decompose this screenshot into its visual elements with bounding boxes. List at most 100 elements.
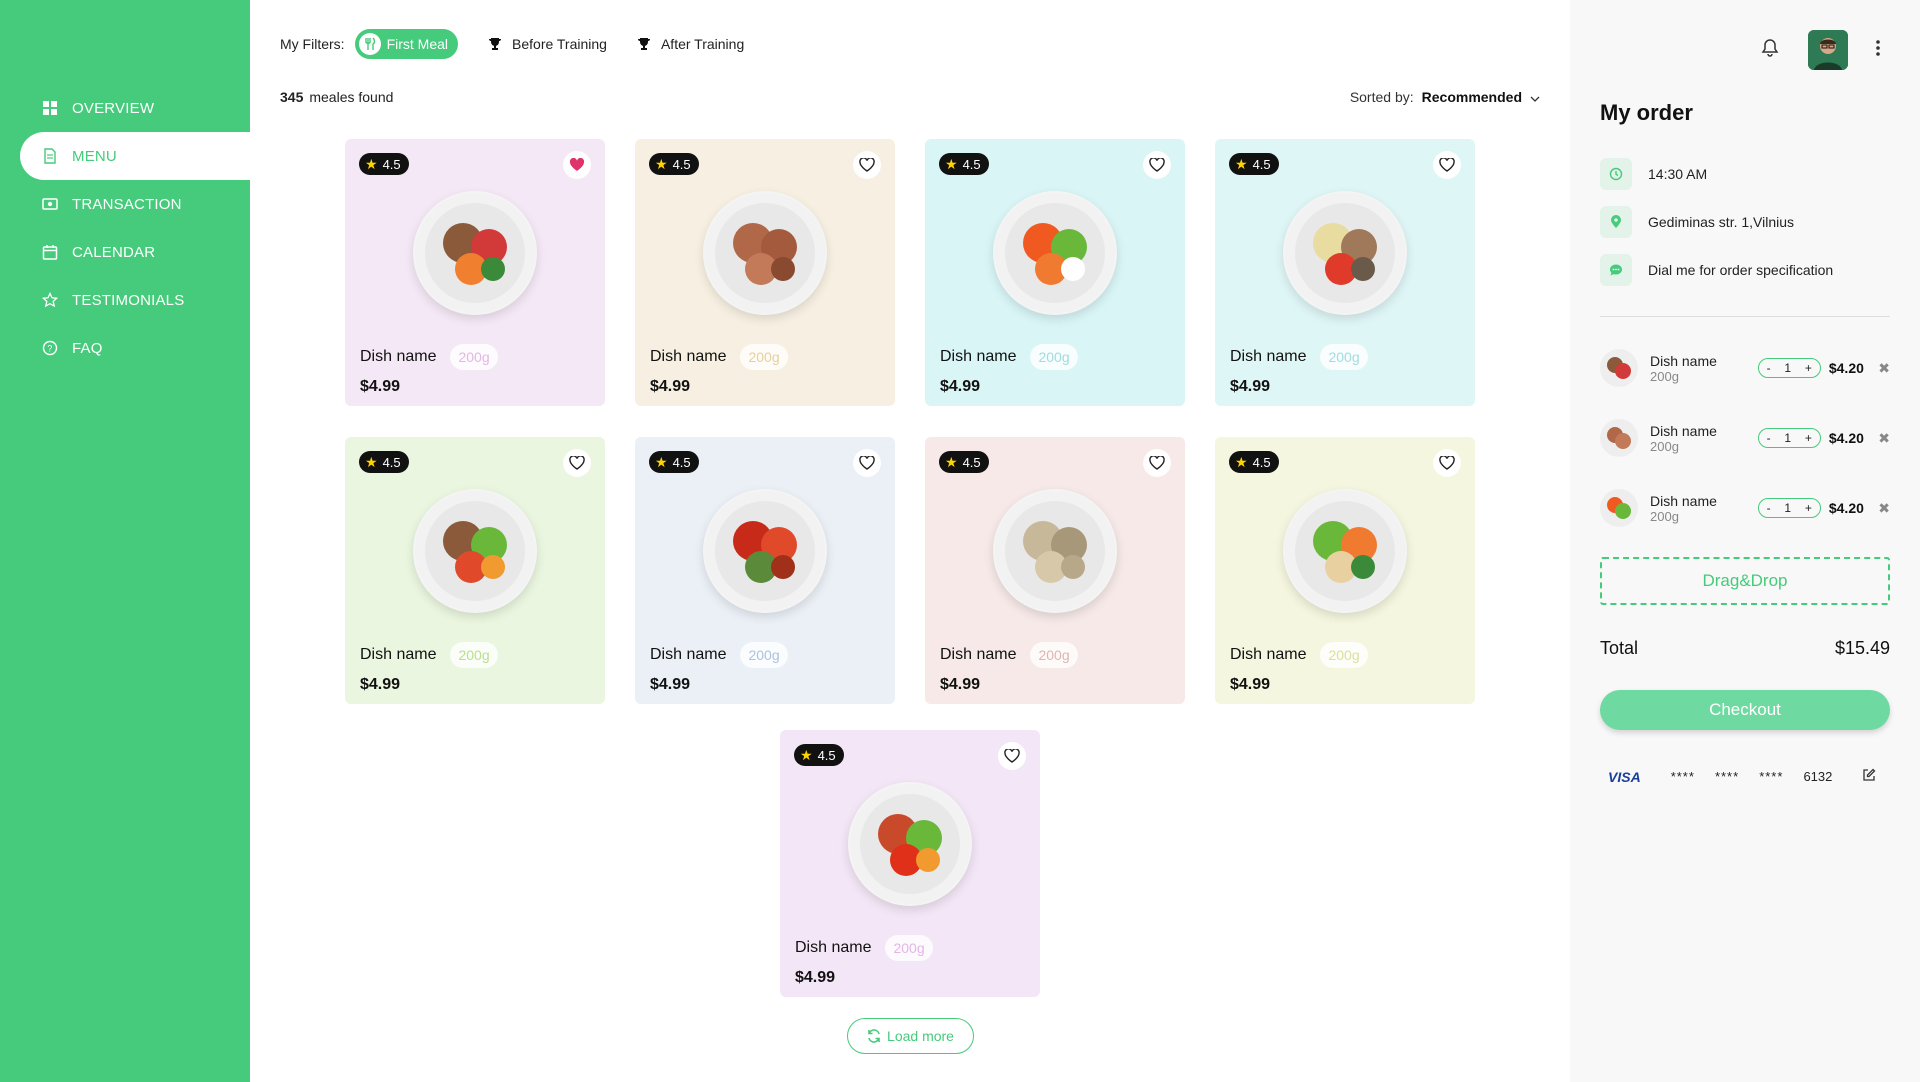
rating-value: 4.5 [962, 156, 981, 172]
edit-icon[interactable] [1862, 768, 1876, 785]
clock-icon [1600, 158, 1632, 190]
star-icon: ★ [945, 155, 958, 172]
close-icon[interactable]: ✖ [1878, 500, 1890, 517]
sidebar-item-label: MENU [72, 147, 117, 165]
close-icon[interactable]: ✖ [1878, 360, 1890, 377]
avatar[interactable] [1808, 30, 1848, 70]
heart-icon[interactable] [853, 151, 881, 179]
order-item: Dish name 200g - 1 + $4.20 ✖ [1600, 416, 1890, 460]
dish-card[interactable]: ★ 4.5 Dish name 200g $4.99 [345, 139, 605, 406]
order-address[interactable]: Gediminas str. 1,Vilnius [1600, 206, 1794, 238]
rating-value: 4.5 [1252, 454, 1271, 470]
sidebar-item-testimonials[interactable]: TESTIMONIALS [0, 276, 250, 324]
dish-info: Dish name 200g $4.99 [360, 344, 498, 396]
dish-card[interactable]: ★ 4.5 Dish name 200g $4.99 [925, 139, 1185, 406]
dish-card[interactable]: ★ 4.5 Dish name 200g $4.99 [345, 437, 605, 704]
card-mask: **** [1670, 769, 1695, 784]
sidebar-item-label: TESTIMONIALS [72, 291, 185, 309]
order-panel: My order 14:30 AM Gediminas str. 1,Vilni… [1570, 0, 1920, 1082]
dish-name: Dish name [1230, 348, 1307, 365]
dish-name: Dish name [940, 348, 1017, 365]
order-item-name: Dish name [1650, 352, 1717, 369]
rating-value: 4.5 [382, 454, 401, 470]
order-item-thumbnail [1600, 489, 1638, 527]
order-note[interactable]: Dial me for order specification [1600, 254, 1833, 286]
order-total: Total $15.49 [1600, 638, 1890, 659]
rating-value: 4.5 [382, 156, 401, 172]
load-more-button[interactable]: Load more [847, 1018, 974, 1054]
dish-name: Dish name [360, 348, 437, 365]
dish-image [1283, 489, 1407, 613]
heart-icon[interactable] [563, 449, 591, 477]
heart-icon[interactable] [998, 742, 1026, 770]
dish-info: Dish name 200g $4.99 [940, 344, 1078, 396]
results-label: meales found [309, 89, 394, 105]
dish-card[interactable]: ★ 4.5 Dish name 200g $4.99 [635, 139, 895, 406]
sidebar-item-overview[interactable]: OVERVIEW [0, 84, 250, 132]
increment-button[interactable]: + [1805, 361, 1812, 375]
dish-weight: 200g [450, 642, 498, 668]
rating-value: 4.5 [1252, 156, 1271, 172]
star-icon [42, 292, 58, 308]
star-icon: ★ [655, 155, 668, 172]
total-label: Total [1600, 638, 1639, 658]
order-time[interactable]: 14:30 AM [1600, 158, 1707, 190]
sort-label: Sorted by: [1349, 89, 1414, 105]
dish-weight: 200g [1320, 642, 1368, 668]
sort-dropdown[interactable]: Sorted by: Recommended [1350, 89, 1540, 105]
quantity-stepper: - 1 + [1757, 428, 1821, 448]
order-time-text: 14:30 AM [1648, 166, 1708, 182]
rating-badge: ★ 4.5 [939, 451, 989, 473]
dish-card[interactable]: ★ 4.5 Dish name 200g $4.99 [1215, 139, 1475, 406]
dish-weight: 200g [885, 935, 933, 961]
heart-filled-icon[interactable] [563, 151, 591, 179]
svg-text:?: ? [47, 344, 52, 354]
rating-badge: ★ 4.5 [359, 153, 409, 175]
rating-badge: ★ 4.5 [1229, 153, 1279, 175]
dish-weight: 200g [740, 642, 788, 668]
filter-before-training[interactable]: Before Training [484, 33, 607, 55]
filter-after-training[interactable]: After Training [633, 33, 744, 55]
increment-button[interactable]: + [1805, 431, 1812, 445]
filter-label: Before Training [512, 36, 607, 52]
filter-label: After Training [660, 36, 745, 52]
dish-weight: 200g [1030, 642, 1078, 668]
more-vertical-icon[interactable] [1876, 39, 1880, 61]
decrement-button[interactable]: - [1767, 431, 1771, 445]
drag-drop-zone[interactable]: Drag&Drop [1600, 557, 1890, 605]
filter-first-meal[interactable]: First Meal [354, 29, 459, 59]
heart-icon[interactable] [1143, 449, 1171, 477]
dish-image [703, 489, 827, 613]
order-item-text: Dish name 200g [1650, 423, 1758, 454]
quantity-value: 1 [1784, 431, 1792, 445]
dish-card[interactable]: ★ 4.5 Dish name 200g $4.99 [925, 437, 1185, 704]
rating-badge: ★ 4.5 [649, 451, 699, 473]
heart-icon[interactable] [853, 449, 881, 477]
checkout-button[interactable]: Checkout [1600, 690, 1890, 730]
filter-label: First Meal [386, 36, 449, 52]
dish-price: $4.99 [360, 676, 401, 693]
heart-icon[interactable] [1433, 151, 1461, 179]
rating-badge: ★ 4.5 [359, 451, 409, 473]
increment-button[interactable]: + [1805, 501, 1812, 515]
dish-image [993, 191, 1117, 315]
dish-info: Dish name 200g $4.99 [650, 642, 788, 694]
document-icon [42, 148, 58, 164]
dish-info: Dish name 200g $4.99 [940, 642, 1078, 694]
dish-image [1283, 191, 1407, 315]
decrement-button[interactable]: - [1767, 501, 1771, 515]
dish-card[interactable]: ★ 4.5 Dish name 200g $4.99 [1215, 437, 1475, 704]
star-icon: ★ [1235, 155, 1248, 172]
sidebar-item-calendar[interactable]: CALENDAR [0, 228, 250, 276]
dish-info: Dish name 200g $4.99 [650, 344, 788, 396]
sidebar-item-menu[interactable]: MENU [20, 132, 250, 180]
sidebar-item-faq[interactable]: ? FAQ [0, 324, 250, 372]
dish-card[interactable]: ★ 4.5 Dish name 200g $4.99 [635, 437, 895, 704]
heart-icon[interactable] [1433, 449, 1461, 477]
sidebar-item-transaction[interactable]: TRANSACTION [0, 180, 250, 228]
dish-card[interactable]: ★ 4.5 Dish name 200g $4.99 [780, 730, 1040, 997]
decrement-button[interactable]: - [1767, 361, 1771, 375]
heart-icon[interactable] [1143, 151, 1171, 179]
bell-icon[interactable] [1760, 38, 1780, 63]
close-icon[interactable]: ✖ [1878, 430, 1890, 447]
